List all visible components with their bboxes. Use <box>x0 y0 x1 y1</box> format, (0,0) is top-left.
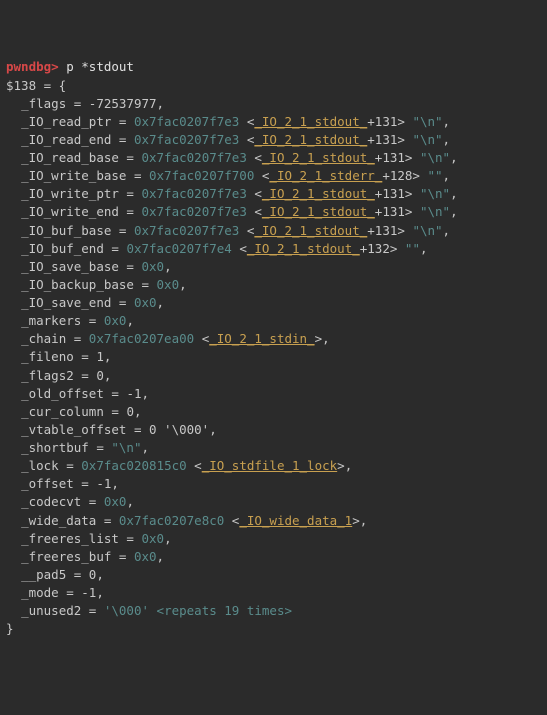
field-cur-column: _cur_column <box>21 404 104 419</box>
close-brace: } <box>6 621 14 636</box>
field-io-read-end: _IO_read_end <box>21 132 111 147</box>
field-io-write-end: _IO_write_end <box>21 204 119 219</box>
field-freeres-list: _freeres_list <box>21 531 119 546</box>
field-mode: _mode <box>21 585 59 600</box>
field-io-buf-base: _IO_buf_base <box>21 223 111 238</box>
command-text: p *stdout <box>66 59 134 74</box>
field-freeres-buf: _freeres_buf <box>21 549 111 564</box>
field-chain: _chain <box>21 331 66 346</box>
field-unused2: _unused2 <box>21 603 81 618</box>
field-io-read-ptr: _IO_read_ptr <box>21 114 111 129</box>
field-vtable-offset: _vtable_offset <box>21 422 126 437</box>
field-io-write-base: _IO_write_base <box>21 168 126 183</box>
result-header: $138 = { <box>6 78 66 93</box>
terminal-output: pwndbg> p *stdout $138 = { _flags = -725… <box>6 58 541 638</box>
field-io-save-base: _IO_save_base <box>21 259 119 274</box>
field-io-read-base: _IO_read_base <box>21 150 119 165</box>
field-io-save-end: _IO_save_end <box>21 295 111 310</box>
field-lock: _lock <box>21 458 59 473</box>
prompt: pwndbg> <box>6 59 59 74</box>
field-offset: _offset <box>21 476 74 491</box>
field-io-backup-base: _IO_backup_base <box>21 277 134 292</box>
field-fileno: _fileno <box>21 349 74 364</box>
field-io-write-ptr: _IO_write_ptr <box>21 186 119 201</box>
field-old-offset: _old_offset <box>21 386 104 401</box>
field-flags2: _flags2 <box>21 368 74 383</box>
field-shortbuf: _shortbuf <box>21 440 89 455</box>
field-markers: _markers <box>21 313 81 328</box>
field-codecvt: _codecvt <box>21 494 81 509</box>
field-pad5: __pad5 <box>21 567 66 582</box>
field-flags: _flags <box>21 96 66 111</box>
field-wide-data: _wide_data <box>21 513 96 528</box>
field-io-buf-end: _IO_buf_end <box>21 241 104 256</box>
